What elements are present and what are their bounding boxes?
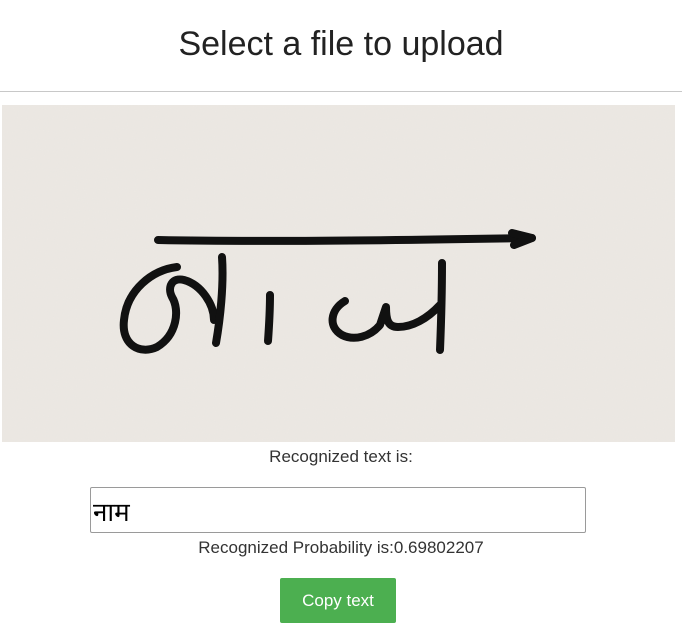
recognized-probability: Recognized Probability is:0.69802207	[198, 538, 484, 557]
page: Select a file to upload Recognized text …	[0, 0, 682, 636]
copy-text-button[interactable]: Copy text	[280, 578, 396, 623]
recognized-text-label: Recognized text is:	[269, 447, 413, 466]
page-title: Select a file to upload	[178, 25, 504, 63]
uploaded-handwriting-image	[2, 105, 675, 442]
recognized-text-input[interactable]	[90, 487, 586, 533]
page-header: Select a file to upload	[0, 0, 682, 92]
